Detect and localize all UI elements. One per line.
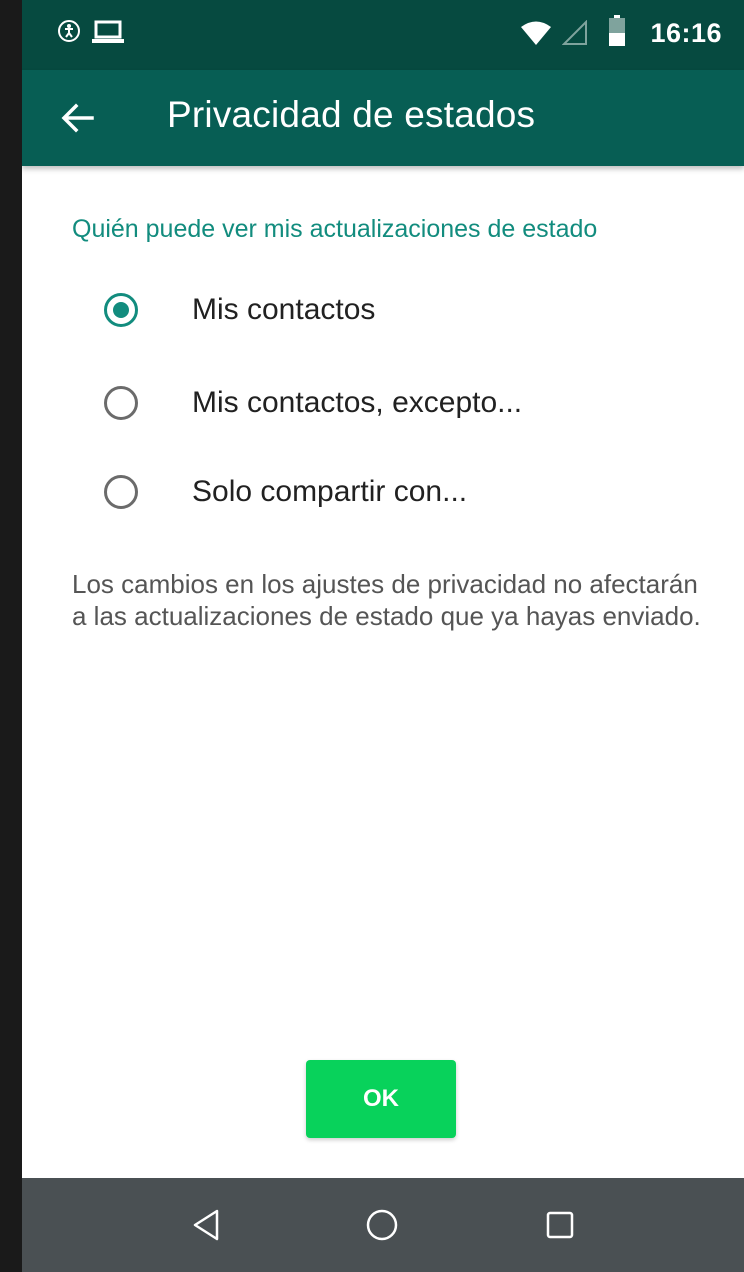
privacy-info-text: Los cambios en los ajustes de privacidad… [72, 569, 701, 631]
screen: 16:16 Privacidad de estados Quién puede … [22, 0, 744, 1272]
back-button[interactable] [52, 92, 104, 144]
radio-button[interactable] [104, 475, 138, 509]
radio-option-solo-compartir-con[interactable]: Solo compartir con... [22, 452, 744, 532]
nav-bar [22, 1178, 744, 1272]
nav-back-button[interactable] [186, 1205, 226, 1245]
status-time: 16:16 [650, 18, 722, 48]
wifi-icon [520, 20, 552, 51]
app-bar: Privacidad de estados [22, 70, 744, 166]
laptop-icon [92, 20, 124, 49]
home-circle-icon [366, 1209, 398, 1241]
page-title: Privacidad de estados [167, 94, 536, 135]
section-header: Quién puede ver mis actualizaciones de e… [72, 215, 598, 243]
signal-icon [561, 19, 588, 51]
recents-square-icon [546, 1211, 574, 1239]
radio-button-checked[interactable] [104, 293, 138, 327]
radio-label: Mis contactos [192, 293, 376, 326]
nav-recents-button[interactable] [540, 1205, 580, 1245]
arrow-back-icon [61, 103, 94, 133]
ok-button[interactable]: OK [306, 1060, 456, 1138]
nav-home-button[interactable] [362, 1205, 402, 1245]
radio-option-mis-contactos[interactable]: Mis contactos [22, 270, 744, 350]
radio-label: Solo compartir con... [192, 475, 468, 508]
radio-label: Mis contactos, excepto... [192, 386, 523, 419]
battery-icon [608, 15, 626, 52]
back-triangle-icon [193, 1209, 219, 1241]
status-bar: 16:16 [22, 0, 744, 70]
accessibility-icon [56, 18, 82, 49]
radio-option-mis-contactos-excepto[interactable]: Mis contactos, excepto... [22, 363, 744, 443]
radio-button[interactable] [104, 386, 138, 420]
